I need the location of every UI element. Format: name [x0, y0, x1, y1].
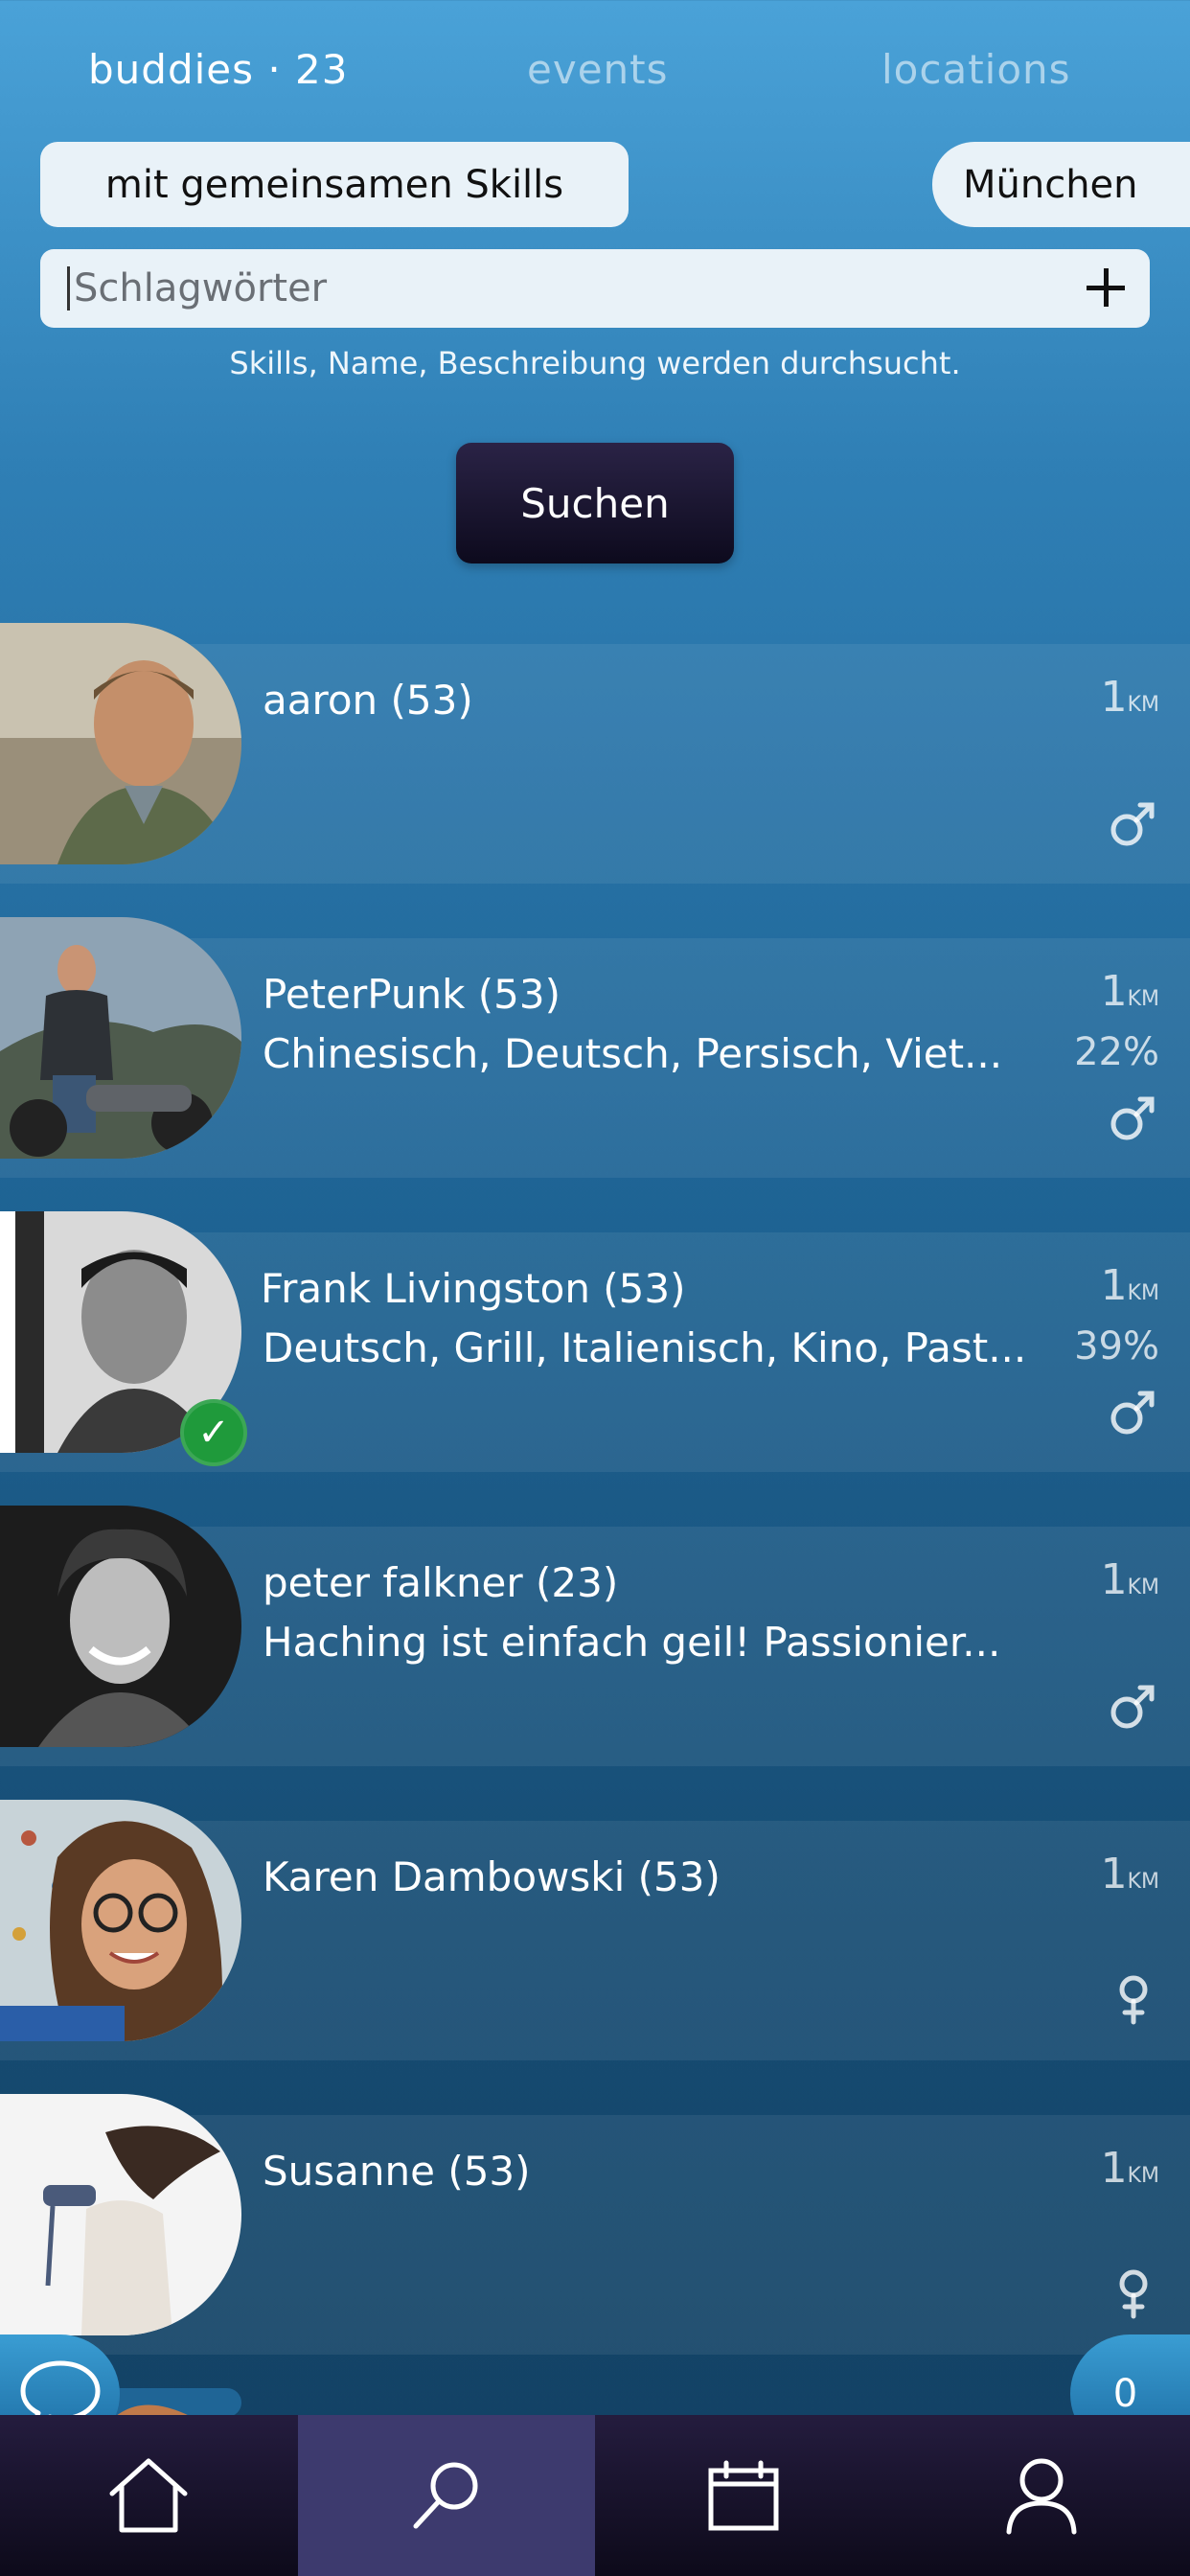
user-name: peter falkner (23)	[263, 1559, 619, 1606]
home-icon	[109, 2458, 188, 2533]
user-name: Frank Livingston (53)	[261, 1265, 686, 1312]
common-skills-filter-button[interactable]: mit gemeinsamen Skills	[40, 142, 629, 227]
male-icon	[1110, 1384, 1157, 1438]
distance-unit: KM	[1127, 987, 1159, 1011]
nav-calendar[interactable]	[595, 2415, 893, 2576]
distance-unit: KM	[1127, 1576, 1159, 1599]
male-icon	[1110, 1090, 1157, 1143]
avatar	[0, 2094, 241, 2335]
list-item[interactable]	[0, 2388, 1190, 2417]
list-item[interactable]: aaron (53) 1KM	[0, 623, 1190, 884]
user-name: PeterPunk (53)	[263, 971, 561, 1018]
user-name: Susanne (53)	[263, 2148, 531, 2195]
list-item[interactable]: Susanne (53) 1KM	[0, 2094, 1190, 2355]
male-icon	[1110, 795, 1157, 849]
bottom-navigation	[0, 2415, 1190, 2576]
list-item[interactable]: Karen Dambowski (53) 1KM	[0, 1800, 1190, 2060]
list-item[interactable]: ✓ Frank Livingston (53) Deutsch, Grill, …	[0, 1211, 1190, 1472]
distance-unit: KM	[1127, 1870, 1159, 1894]
verified-check-icon: ✓	[180, 1399, 247, 1466]
tab-buddies[interactable]: buddies · 23	[88, 46, 349, 93]
female-icon	[1110, 1972, 1157, 2026]
avatar	[0, 1506, 241, 1747]
avatar	[0, 1800, 241, 2041]
search-box	[40, 249, 1150, 328]
plus-icon[interactable]	[1079, 261, 1133, 314]
top-tabs: buddies · 23 events locations	[0, 0, 1190, 144]
distance: 1KM	[1100, 1261, 1159, 1310]
tab-events[interactable]: events	[527, 46, 669, 93]
city-filter-button[interactable]: München	[932, 142, 1190, 227]
user-name: Karen Dambowski (53)	[263, 1853, 721, 1900]
avatar	[0, 917, 241, 1159]
search-input[interactable]	[67, 266, 1025, 310]
match-percentage: 22%	[1074, 1030, 1159, 1074]
search-hint: Skills, Name, Beschreibung werden durchs…	[229, 345, 961, 381]
distance-unit: KM	[1127, 693, 1159, 717]
distance: 1KM	[1100, 967, 1159, 1016]
list-item[interactable]: peter falkner (23) Haching ist einfach g…	[0, 1506, 1190, 1766]
nav-search[interactable]	[297, 2415, 595, 2576]
calendar-icon	[708, 2460, 779, 2531]
distance-unit: KM	[1127, 1281, 1159, 1305]
avatar	[0, 623, 241, 864]
male-icon	[1110, 1678, 1157, 1732]
search-button[interactable]: Suchen	[456, 443, 734, 564]
match-percentage: 39%	[1074, 1324, 1159, 1368]
distance: 1KM	[1100, 1555, 1159, 1604]
user-description: Deutsch, Grill, Italienisch, Kino, Past.…	[263, 1324, 1027, 1371]
distance-unit: KM	[1127, 2164, 1159, 2188]
female-icon	[1110, 2266, 1157, 2320]
search-icon	[413, 2462, 478, 2529]
distance: 1KM	[1100, 1850, 1159, 1898]
nav-home[interactable]	[0, 2415, 298, 2576]
distance: 1KM	[1100, 2144, 1159, 2193]
profile-icon	[1006, 2458, 1077, 2535]
list-item[interactable]: PeterPunk (53) Chinesisch, Deutsch, Pers…	[0, 917, 1190, 1178]
distance: 1KM	[1100, 673, 1159, 722]
user-description: Chinesisch, Deutsch, Persisch, Viet...	[263, 1030, 1003, 1077]
nav-profile[interactable]	[893, 2415, 1190, 2576]
user-description: Haching ist einfach geil! Passionier...	[263, 1619, 1001, 1666]
user-name: aaron (53)	[263, 677, 473, 724]
tab-locations[interactable]: locations	[881, 46, 1071, 93]
